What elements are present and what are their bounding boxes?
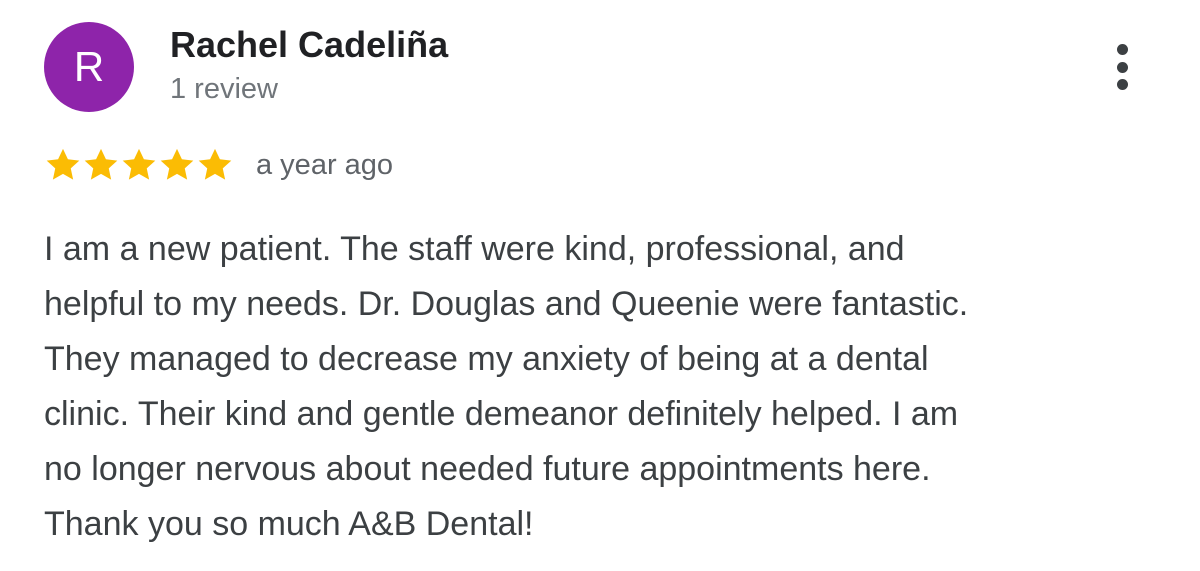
- more-options-button[interactable]: [1102, 40, 1142, 94]
- more-vert-icon: [1116, 44, 1128, 55]
- star-icon: [198, 148, 232, 180]
- review-text-line: clinic. Their kind and gentle demeanor d…: [44, 395, 959, 433]
- more-vert-icon-dot: [1116, 61, 1128, 73]
- more-vert-icon-dot: [1116, 79, 1128, 90]
- review-text-line: no longer nervous about needed future ap…: [44, 450, 931, 488]
- review-count: 1 review: [170, 73, 278, 105]
- review-time: a year ago: [256, 148, 394, 181]
- review-text-line: I am a new patient. The staff were kind,…: [44, 230, 905, 268]
- star-icon: [46, 148, 80, 180]
- reviewer-name[interactable]: Rachel Cadeliña: [170, 24, 448, 66]
- star-icon: [122, 148, 156, 180]
- star-rating: [44, 143, 234, 187]
- rating-row: a year ago: [44, 143, 393, 187]
- review-text-line: Thank you so much A&B Dental!: [44, 505, 534, 543]
- review-card: R Rachel Cadeliña 1 review a year ago I …: [0, 0, 1200, 571]
- avatar-initial: R: [73, 43, 105, 90]
- review-text-line: They managed to decrease my anxiety of b…: [44, 340, 929, 378]
- star-icon: [84, 148, 118, 180]
- review-text-line: helpful to my needs. Dr. Douglas and Que…: [44, 285, 969, 323]
- review-text: I am a new patient. The staff were kind,…: [44, 222, 1154, 552]
- avatar[interactable]: R: [44, 22, 134, 112]
- star-icon: [160, 148, 194, 180]
